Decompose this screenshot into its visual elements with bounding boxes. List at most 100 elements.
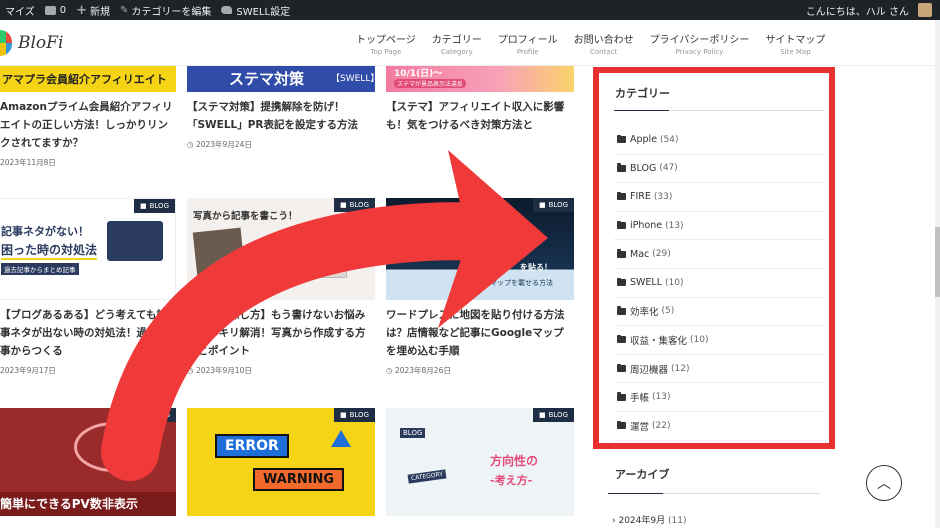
thumbnail-subtext: 困った時の対処法: [1, 241, 98, 260]
category-item-monetization[interactable]: 収益・集客化 (10): [614, 326, 824, 355]
category-item-fire[interactable]: FIRE (33): [614, 183, 824, 212]
admin-edit-category-link[interactable]: ✎ カテゴリーを編集: [115, 0, 216, 20]
category-name: 周辺機器: [630, 364, 669, 376]
nav-item-profile[interactable]: プロフィール Profile: [490, 31, 566, 56]
post-title[interactable]: 【ブログあるある】どう考えても記事ネタが出ない時の対処法！過去記事からつくる: [0, 306, 176, 360]
post-card[interactable]: 記事ネタがない！ 困った時の対処法 過去記事からまとめ記事 ■ BLOG 【ブログ…: [0, 198, 176, 376]
nav-sublabel: Top Page: [370, 48, 402, 56]
post-title[interactable]: 【ネタの探し方】もう書けないお悩みがスッキリ解消！写真から作成する方法とポイント: [187, 306, 375, 360]
category-item-apple[interactable]: Apple (54): [614, 126, 824, 155]
post-card[interactable]: 写真から記事を書こう！ ■ BLOG 【ネタの探し方】もう書けないお悩みがスッキリ…: [187, 198, 375, 376]
swell-icon: [221, 6, 233, 14]
nav-item-category[interactable]: カテゴリー Category: [424, 31, 490, 56]
admin-customize-link[interactable]: マイズ: [0, 0, 40, 20]
category-count: (13): [652, 392, 671, 403]
post-title[interactable]: 【ステマ対策】提携解除を防げ！「SWELL」PR表記を設定する方法: [187, 98, 375, 134]
post-thumbnail[interactable]: ステマ対策 【SWELL】: [187, 66, 375, 92]
thumbnail-subtext-2: BLOG: [400, 428, 426, 438]
post-thumbnail[interactable]: アマプラ会員紹介アフィリエイト: [0, 66, 176, 92]
post-thumbnail[interactable]: 10/1(日)～ ステマが景品表示法違反: [386, 66, 574, 92]
eye-illustration: [74, 422, 154, 472]
category-item-mac[interactable]: Mac (29): [614, 240, 824, 269]
post-card[interactable]: ERROR WARNING ■ BLOG: [187, 408, 375, 516]
thumbnail-subtext-3: CATEGORY: [407, 469, 447, 484]
archive-item[interactable]: › 2024年9月 (11): [612, 513, 686, 526]
category-badge[interactable]: ■ BLOG: [532, 408, 574, 422]
post-card[interactable]: アマプラ会員紹介アフィリエイト Amazonプライム会員紹介アフィリエイトの正し…: [0, 66, 176, 168]
thumbnail-text: 写真から記事を書こう！: [193, 211, 298, 222]
nav-label: プロフィール: [497, 35, 558, 46]
post-title[interactable]: Amazonプライム会員紹介アフィリエイトの正しい方法！しっかりリンクされてます…: [0, 98, 176, 152]
clock-icon: ◷: [187, 140, 196, 149]
category-badge[interactable]: ■ BLOG: [133, 199, 175, 213]
comment-icon: [44, 5, 56, 15]
avatar[interactable]: [918, 3, 932, 17]
archive-widget-title: アーカイブ: [615, 468, 670, 481]
category-item-peripherals[interactable]: 周辺機器 (12): [614, 355, 824, 384]
nav-item-contact[interactable]: お問い合わせ Contact: [566, 31, 642, 56]
admin-greeting[interactable]: こんにちは、ハル さん: [801, 0, 914, 20]
category-name: Apple: [630, 134, 658, 146]
post-title[interactable]: ワードプレスに地図を貼り付ける方法は？店情報など記事にGoogleマップを埋め込…: [386, 306, 574, 360]
post-card[interactable]: 10/1(日)～ ステマが景品表示法違反 【ステマ】アフィリエイト収入に影響も！…: [386, 66, 574, 134]
post-thumbnail[interactable]: 簡単にできるPV数非表示 ■ BLOG: [0, 408, 176, 516]
site-header: BloFi トップページ Top Page カテゴリー Category プロフ…: [0, 20, 940, 66]
scrollbar-thumb[interactable]: [935, 227, 940, 297]
post-thumbnail[interactable]: 写真から記事を書こう！ ■ BLOG: [187, 198, 375, 300]
category-item-iphone[interactable]: iPhone (13): [614, 212, 824, 241]
nav-item-privacy[interactable]: プライバシーポリシー Privacy Policy: [642, 31, 758, 56]
folder-icon: [617, 363, 626, 373]
category-badge[interactable]: ■ BLOG: [134, 408, 176, 422]
back-to-top-button[interactable]: ︿: [866, 465, 902, 501]
folder-icon: [617, 134, 626, 144]
folder-icon: [617, 191, 626, 201]
badge-label: BLOG: [349, 411, 369, 419]
photo-illustration: [297, 238, 347, 278]
folder-icon: [617, 249, 626, 258]
logo-text: BloFi: [18, 33, 64, 53]
badge-label: BLOG: [149, 202, 169, 210]
post-date-text: 2023年9月24日: [195, 140, 252, 149]
post-card[interactable]: BLOG CATEGORY 方向性の -考え方- ■ BLOG: [386, 408, 574, 516]
nav-item-sitemap[interactable]: サイトマップ Site Map: [757, 31, 833, 56]
post-card[interactable]: 簡単にできるPV数非表示 ■ BLOG: [0, 408, 176, 516]
category-name: 手帳: [630, 393, 650, 405]
folder-icon: ■: [140, 411, 148, 419]
category-badge[interactable]: ■ BLOG: [333, 408, 375, 422]
post-thumbnail[interactable]: BLOG CATEGORY 方向性の -考え方- ■ BLOG: [386, 408, 574, 516]
post-title[interactable]: 【ステマ】アフィリエイト収入に影響も！気をつけるべき対策方法と: [386, 98, 574, 134]
post-card[interactable]: ステマ対策 【SWELL】 【ステマ対策】提携解除を防げ！「SWELL」PR表記…: [187, 66, 375, 150]
category-widget: カテゴリー Apple (54) BLOG (47) FIRE (33) iPhone…: [593, 67, 835, 449]
post-thumbnail[interactable]: 記事ネタがない！ 困った時の対処法 過去記事からまとめ記事 ■ BLOG: [0, 198, 176, 300]
thumbnail-text: ERROR: [215, 434, 289, 458]
category-item-swell[interactable]: SWELL (10): [614, 269, 824, 298]
category-badge[interactable]: ■ BLOG: [532, 198, 574, 212]
nav-sublabel: Privacy Policy: [675, 48, 724, 56]
category-item-efficiency[interactable]: 効率化 (5): [614, 298, 824, 327]
thumbnail-subtext: WARNING: [253, 468, 345, 491]
site-logo[interactable]: BloFi: [0, 28, 63, 58]
admin-comments-link[interactable]: 0: [40, 0, 71, 20]
admin-swell-settings-link[interactable]: SWELL設定: [216, 0, 295, 20]
folder-icon: [617, 220, 626, 230]
post-date: ◷ 2023年9月10日: [187, 365, 375, 376]
category-badge[interactable]: ■ BLOG: [333, 198, 375, 212]
post-thumbnail[interactable]: ERROR WARNING ■ BLOG: [187, 408, 375, 516]
post-thumbnail[interactable]: を貼る！ マップを載せる方法 ■ BLOG: [386, 198, 574, 300]
widget-title-underline: [608, 493, 820, 494]
category-item-operation[interactable]: 運営 (22): [614, 412, 824, 441]
badge-label: BLOG: [548, 411, 568, 419]
category-count: (12): [671, 363, 690, 374]
nav-item-top[interactable]: トップページ Top Page: [348, 31, 424, 56]
category-item-notebook[interactable]: 手帳 (13): [614, 383, 824, 412]
post-card[interactable]: を貼る！ マップを載せる方法 ■ BLOG ワードプレスに地図を貼り付ける方法は？…: [386, 198, 574, 376]
category-name: SWELL: [630, 277, 663, 289]
nav-label: プライバシーポリシー: [649, 35, 750, 46]
badge-label: BLOG: [150, 411, 170, 419]
thumbnail-subtext: -考え方-: [490, 474, 533, 487]
category-item-blog[interactable]: BLOG (47): [614, 155, 824, 184]
admin-new-link[interactable]: + 新規: [71, 0, 115, 20]
admin-bar: マイズ 0 + 新規 ✎ カテゴリーを編集 SWELL設定 こんにちは、ハル さ…: [0, 0, 940, 20]
logo-mark-icon: [0, 30, 12, 56]
widget-title-underline: [614, 110, 824, 111]
